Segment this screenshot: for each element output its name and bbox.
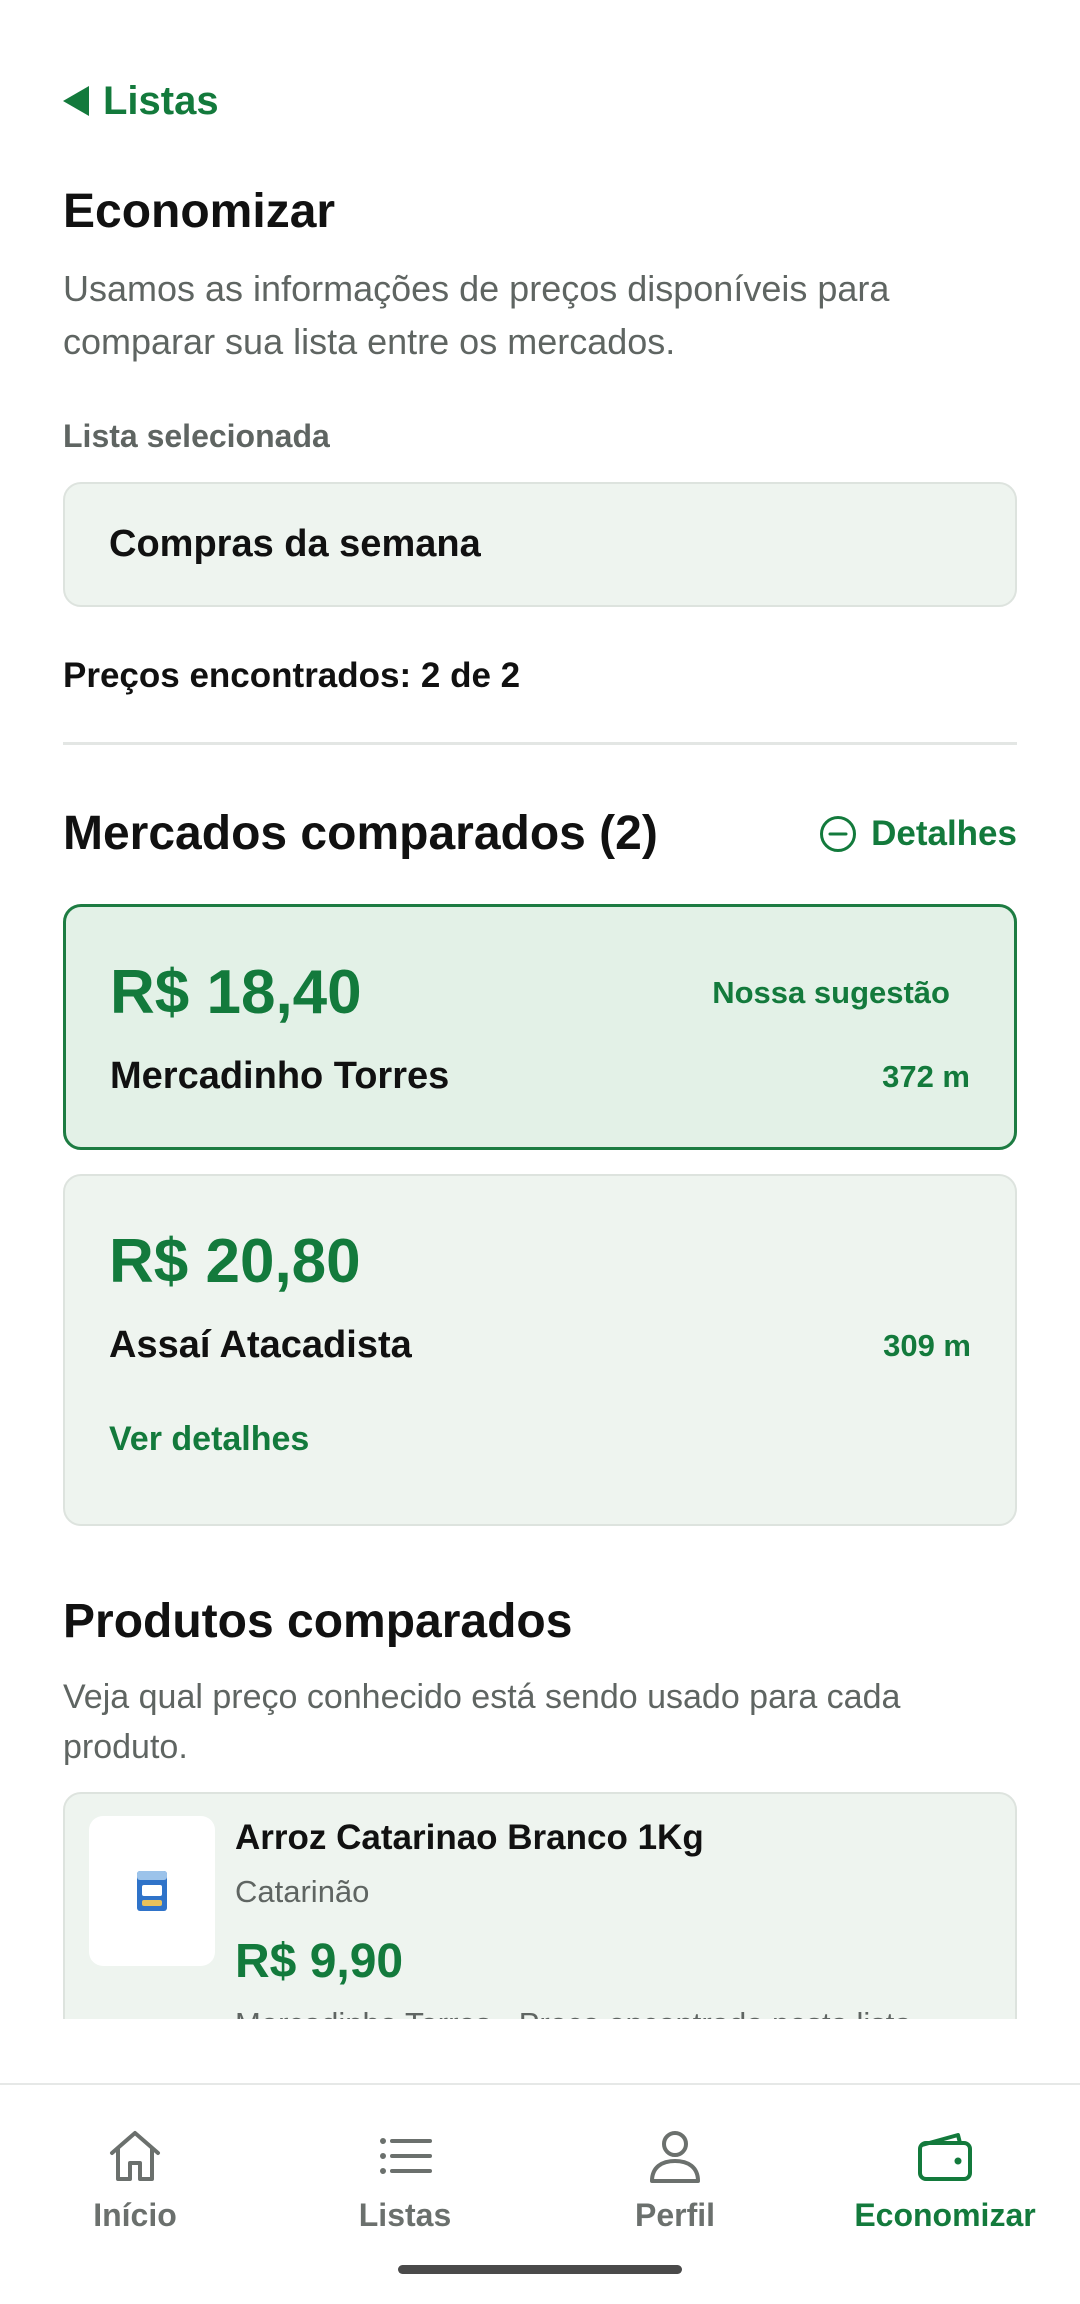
back-label: Listas: [103, 78, 219, 123]
product-card[interactable]: Arroz Catarinao Branco 1Kg Catarinão R$ …: [63, 1792, 1017, 2019]
nav-label: Economizar: [854, 2197, 1036, 2233]
divider: [63, 742, 1017, 745]
market-name: Assaí Atacadista: [109, 1324, 412, 1366]
suggestion-badge: Nossa sugestão: [712, 975, 950, 1010]
scroll-content: Listas Economizar Usamos as informações …: [0, 0, 1080, 2019]
nav-label: Perfil: [634, 2197, 716, 2233]
list-selector[interactable]: Compras da semana: [63, 482, 1017, 607]
market-price: R$ 20,80: [109, 1227, 361, 1296]
home-indicator[interactable]: [398, 2265, 682, 2274]
collapse-circle-icon: [820, 816, 857, 852]
details-toggle-label: Detalhes: [871, 814, 1017, 853]
market-card[interactable]: R$ 20,80 Assaí Atacadista 309 m Ver deta…: [63, 1174, 1017, 1526]
product-price: R$ 9,90: [235, 1935, 404, 1988]
list-selector-label: Lista selecionada: [63, 418, 330, 454]
product-price-source: Mercadinho Torres - Preço encontrado nes…: [235, 2006, 931, 2019]
nav-item-listas[interactable]: Listas: [270, 2125, 540, 2234]
list-icon: [380, 2138, 432, 2174]
prices-found-text: Preços encontrados: 2 de 2: [63, 656, 521, 695]
market-name: Mercadinho Torres: [110, 1055, 450, 1097]
market-card-suggested[interactable]: R$ 18,40 Nossa sugestão Mercadinho Torre…: [63, 904, 1017, 1150]
person-icon: [650, 2131, 700, 2183]
nav-item-economizar[interactable]: Economizar: [810, 2125, 1080, 2234]
product-image: [89, 1816, 215, 1966]
list-selector-value: Compras da semana: [109, 523, 481, 565]
nav-label: Início: [93, 2197, 177, 2233]
page-description: Usamos as informações de preços disponív…: [63, 268, 890, 362]
back-button[interactable]: Listas: [63, 76, 219, 126]
view-details-link[interactable]: Ver detalhes: [109, 1420, 309, 1459]
markets-section-title: Mercados comparados (2): [63, 807, 658, 860]
nav-item-perfil[interactable]: Perfil: [540, 2125, 810, 2234]
market-price: R$ 18,40: [110, 958, 362, 1027]
back-arrow-icon: [63, 86, 89, 116]
details-toggle-button[interactable]: Detalhes: [819, 814, 1017, 854]
products-section-title: Produtos comparados: [63, 1595, 573, 1648]
market-distance: 309 m: [883, 1328, 971, 1363]
product-brand: Catarinão: [235, 1874, 370, 1909]
rice-package-icon: [137, 1871, 167, 1911]
product-name: Arroz Catarinao Branco 1Kg: [235, 1818, 704, 1857]
page-title: Economizar: [63, 185, 336, 238]
nav-item-inicio[interactable]: Início: [0, 2125, 270, 2234]
products-description: Veja qual preço conhecido está sendo usa…: [63, 1678, 901, 1766]
nav-label: Listas: [358, 2197, 452, 2233]
wallet-icon: [918, 2133, 972, 2181]
market-distance: 372 m: [882, 1059, 970, 1094]
home-icon: [110, 2131, 160, 2181]
